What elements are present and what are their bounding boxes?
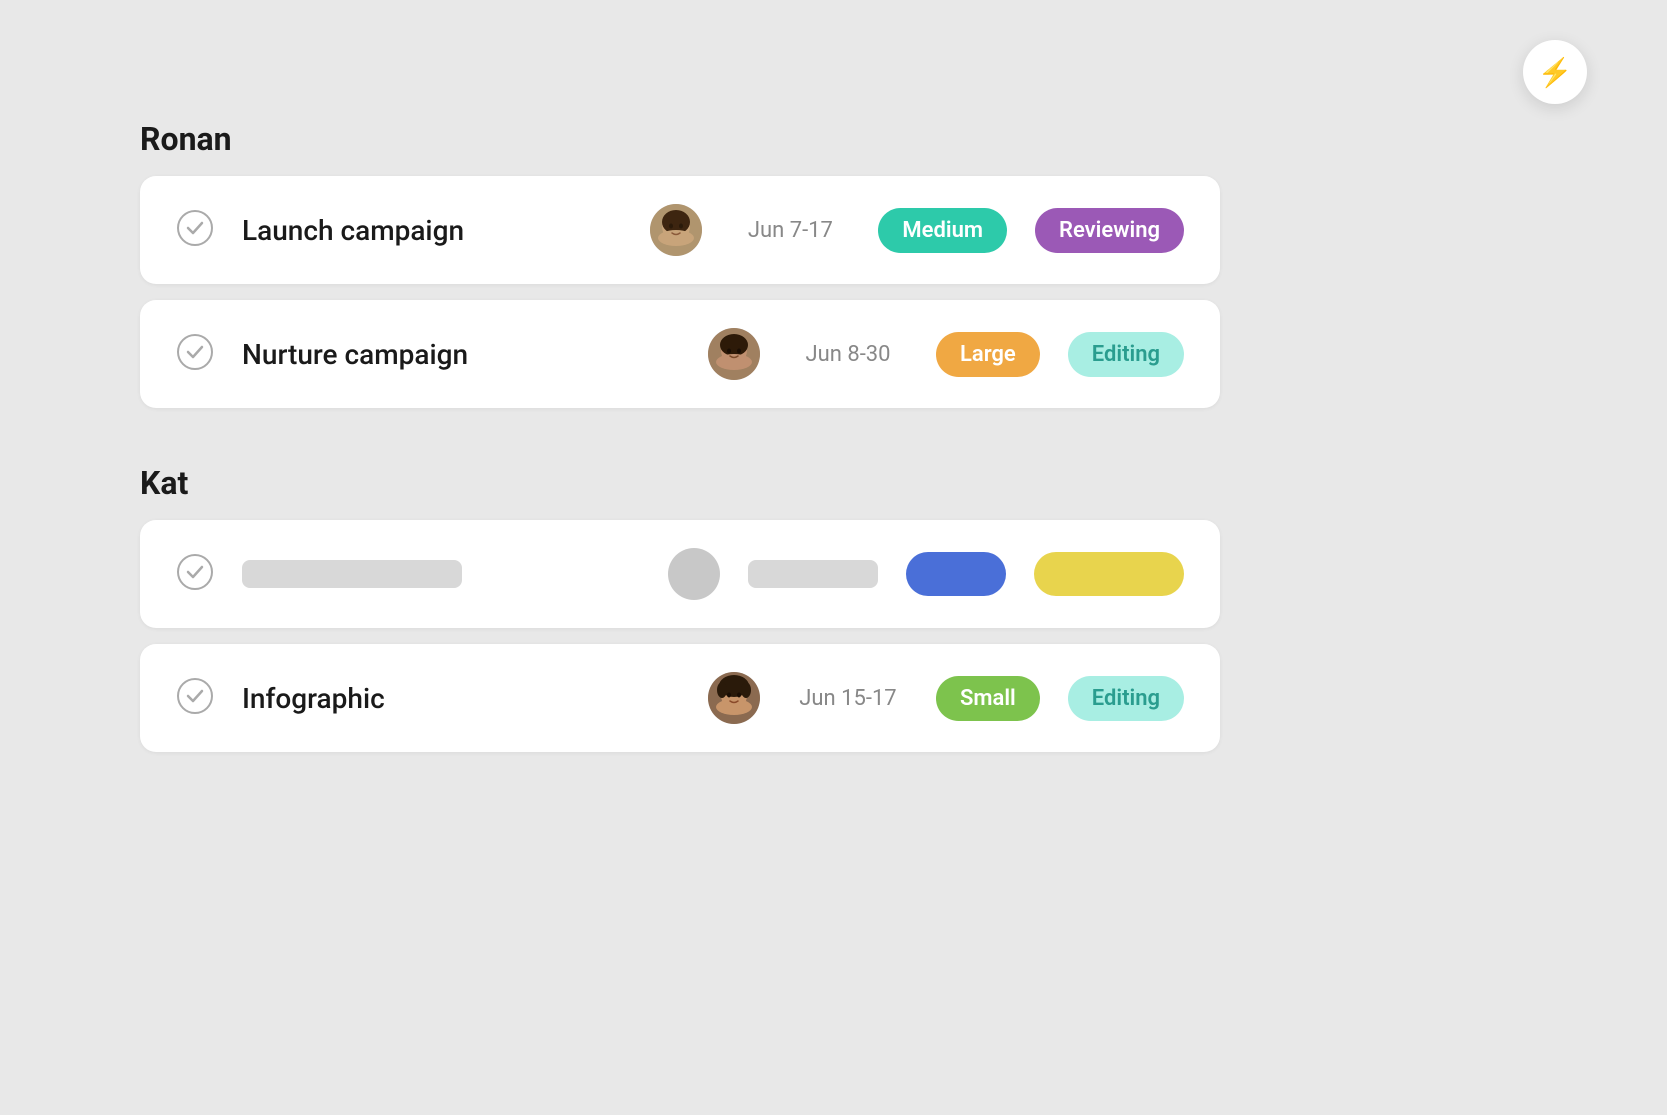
status-badge[interactable]	[1034, 552, 1184, 596]
status-badge[interactable]: Editing	[1068, 332, 1184, 377]
avatar	[668, 548, 720, 600]
check-icon	[176, 553, 214, 595]
size-badge[interactable]: Medium	[878, 208, 1007, 253]
task-card-infographic[interactable]: Infographic Jun 15-17 Small Editing	[140, 644, 1220, 752]
date-range: Jun 15-17	[788, 686, 908, 711]
task-name: Launch campaign	[242, 214, 622, 247]
check-icon	[176, 209, 214, 251]
date-range: Jun 8-30	[788, 342, 908, 367]
task-name: Infographic	[242, 682, 680, 715]
section-title-kat: Kat	[140, 464, 1220, 502]
section-title-ronan: Ronan	[140, 120, 1220, 158]
lightning-button[interactable]: ⚡	[1523, 40, 1587, 104]
status-badge[interactable]: Reviewing	[1035, 208, 1184, 253]
check-icon	[176, 677, 214, 719]
size-badge[interactable]: Large	[936, 332, 1040, 377]
task-card-kat-task-1[interactable]	[140, 520, 1220, 628]
main-container: Ronan Launch campaign Jun 7-17 Medium Revi…	[140, 120, 1220, 808]
status-badge[interactable]: Editing	[1068, 676, 1184, 721]
lightning-icon: ⚡	[1538, 56, 1573, 89]
avatar	[708, 672, 760, 724]
check-icon	[176, 333, 214, 375]
avatar	[708, 328, 760, 380]
avatar	[650, 204, 702, 256]
size-badge[interactable]	[906, 552, 1006, 596]
date-range	[748, 560, 878, 588]
task-name: Nurture campaign	[242, 338, 680, 371]
size-badge[interactable]: Small	[936, 676, 1040, 721]
date-range: Jun 7-17	[730, 218, 850, 243]
task-card-nurture-campaign[interactable]: Nurture campaign Jun 8-30 Large Editing	[140, 300, 1220, 408]
task-name	[242, 560, 640, 588]
task-card-launch-campaign[interactable]: Launch campaign Jun 7-17 Medium Reviewing	[140, 176, 1220, 284]
